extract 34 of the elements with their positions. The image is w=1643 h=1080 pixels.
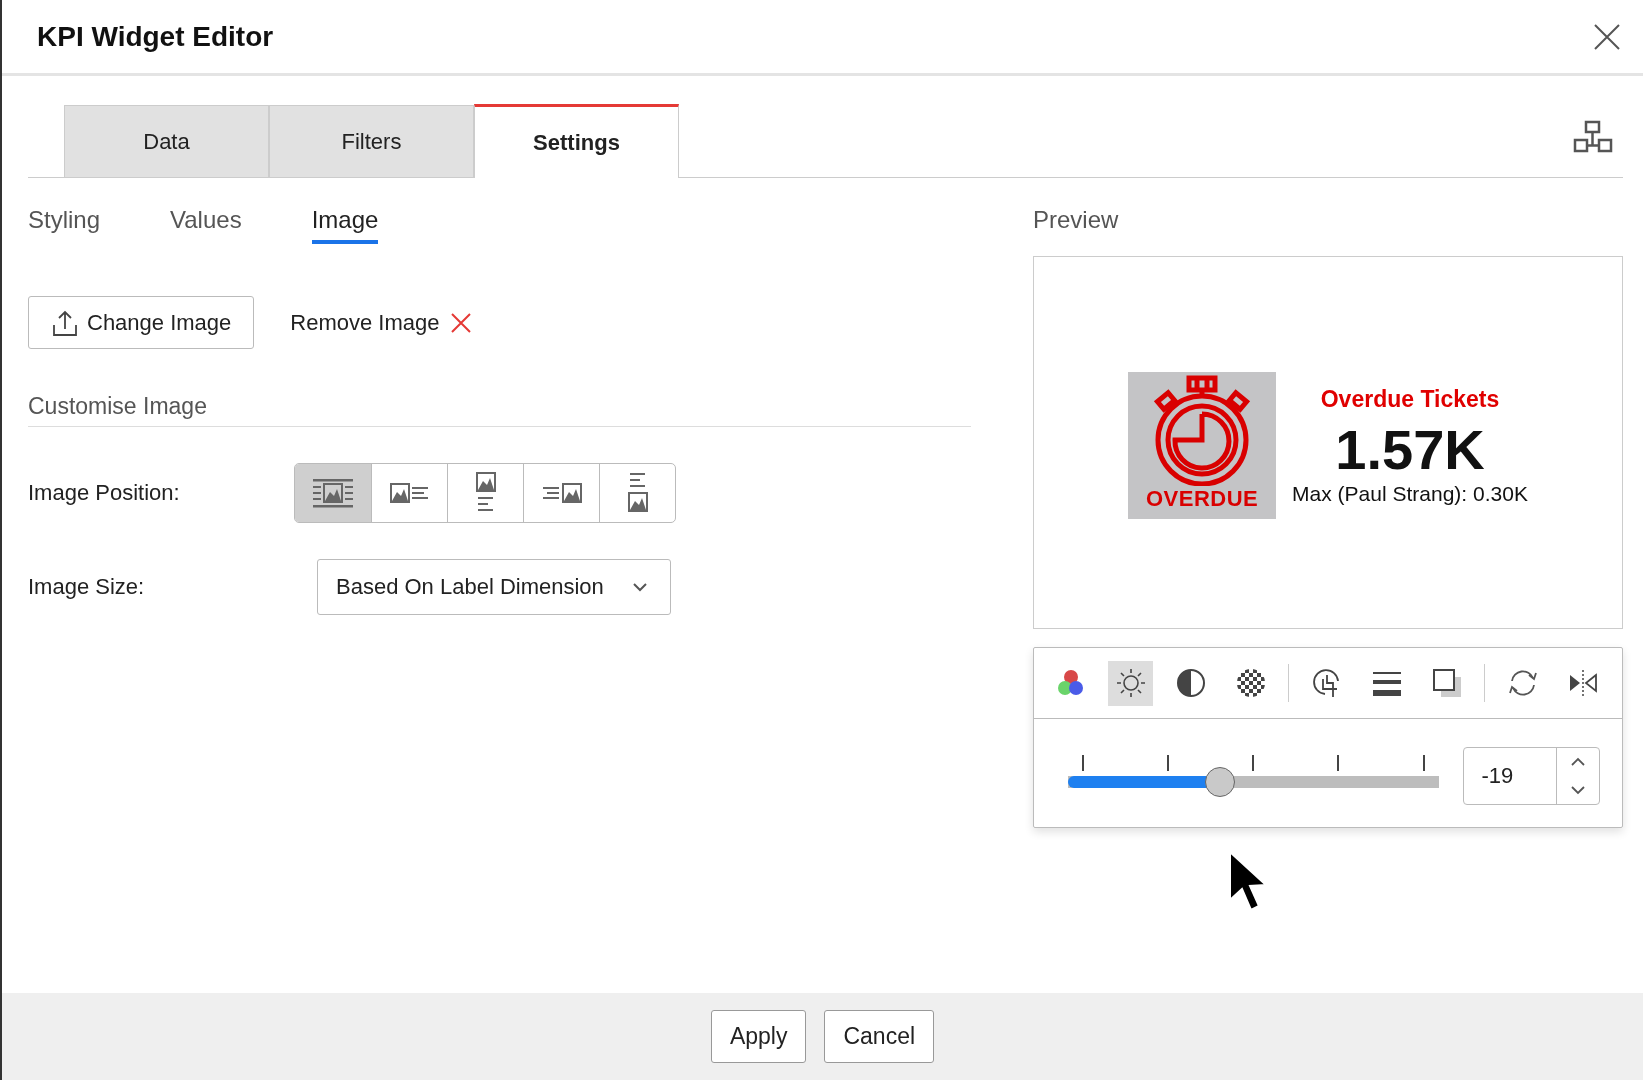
slider-thumb[interactable] [1204,767,1235,797]
subtab[interactable]: Values [170,206,242,244]
tab[interactable]: Filters [269,105,474,177]
change-image-button[interactable]: Change Image [28,296,255,349]
window-title: KPI Widget Editor [37,20,274,53]
field-label: Image Position: [28,480,181,506]
kpi-title: Overdue Tickets [1320,385,1500,413]
shadow-square-icon [1430,667,1463,699]
sun-icon [1114,667,1147,699]
chevron-down-icon [632,582,648,592]
close-icon [449,311,472,334]
number-field[interactable]: -19 [1462,747,1600,805]
kpi-subtitle: Max (Paul Strang): 0.30K [1292,481,1528,506]
tab[interactable]: Data [64,105,269,177]
hierarchy-icon[interactable] [1573,119,1613,154]
section-title: Customise Image [28,393,971,427]
chevron-down-icon[interactable] [1570,785,1586,795]
chevron-up-icon[interactable] [1570,757,1586,767]
kpi-value: 1.57K [1335,416,1485,482]
dialog-button[interactable]: Cancel [824,1010,935,1063]
dialog-button[interactable]: Apply [710,1010,807,1063]
image-caption: OVERDUE [1145,486,1259,512]
position-option[interactable] [295,464,371,522]
preview-label: Preview [1033,206,1120,235]
subtab[interactable]: Styling [28,206,101,244]
contrast-icon [1174,667,1207,699]
size-dropdown[interactable]: Based On Label Dimension [317,559,671,615]
remove-image-button[interactable]: Remove Image [290,309,472,336]
close-icon[interactable] [1593,22,1621,51]
tab[interactable]: Settings [474,104,679,178]
subtab[interactable]: Image [311,206,379,244]
field-label: Image Size: [28,574,146,600]
upload-icon [51,308,79,337]
brightness-tool[interactable] [1108,660,1153,706]
